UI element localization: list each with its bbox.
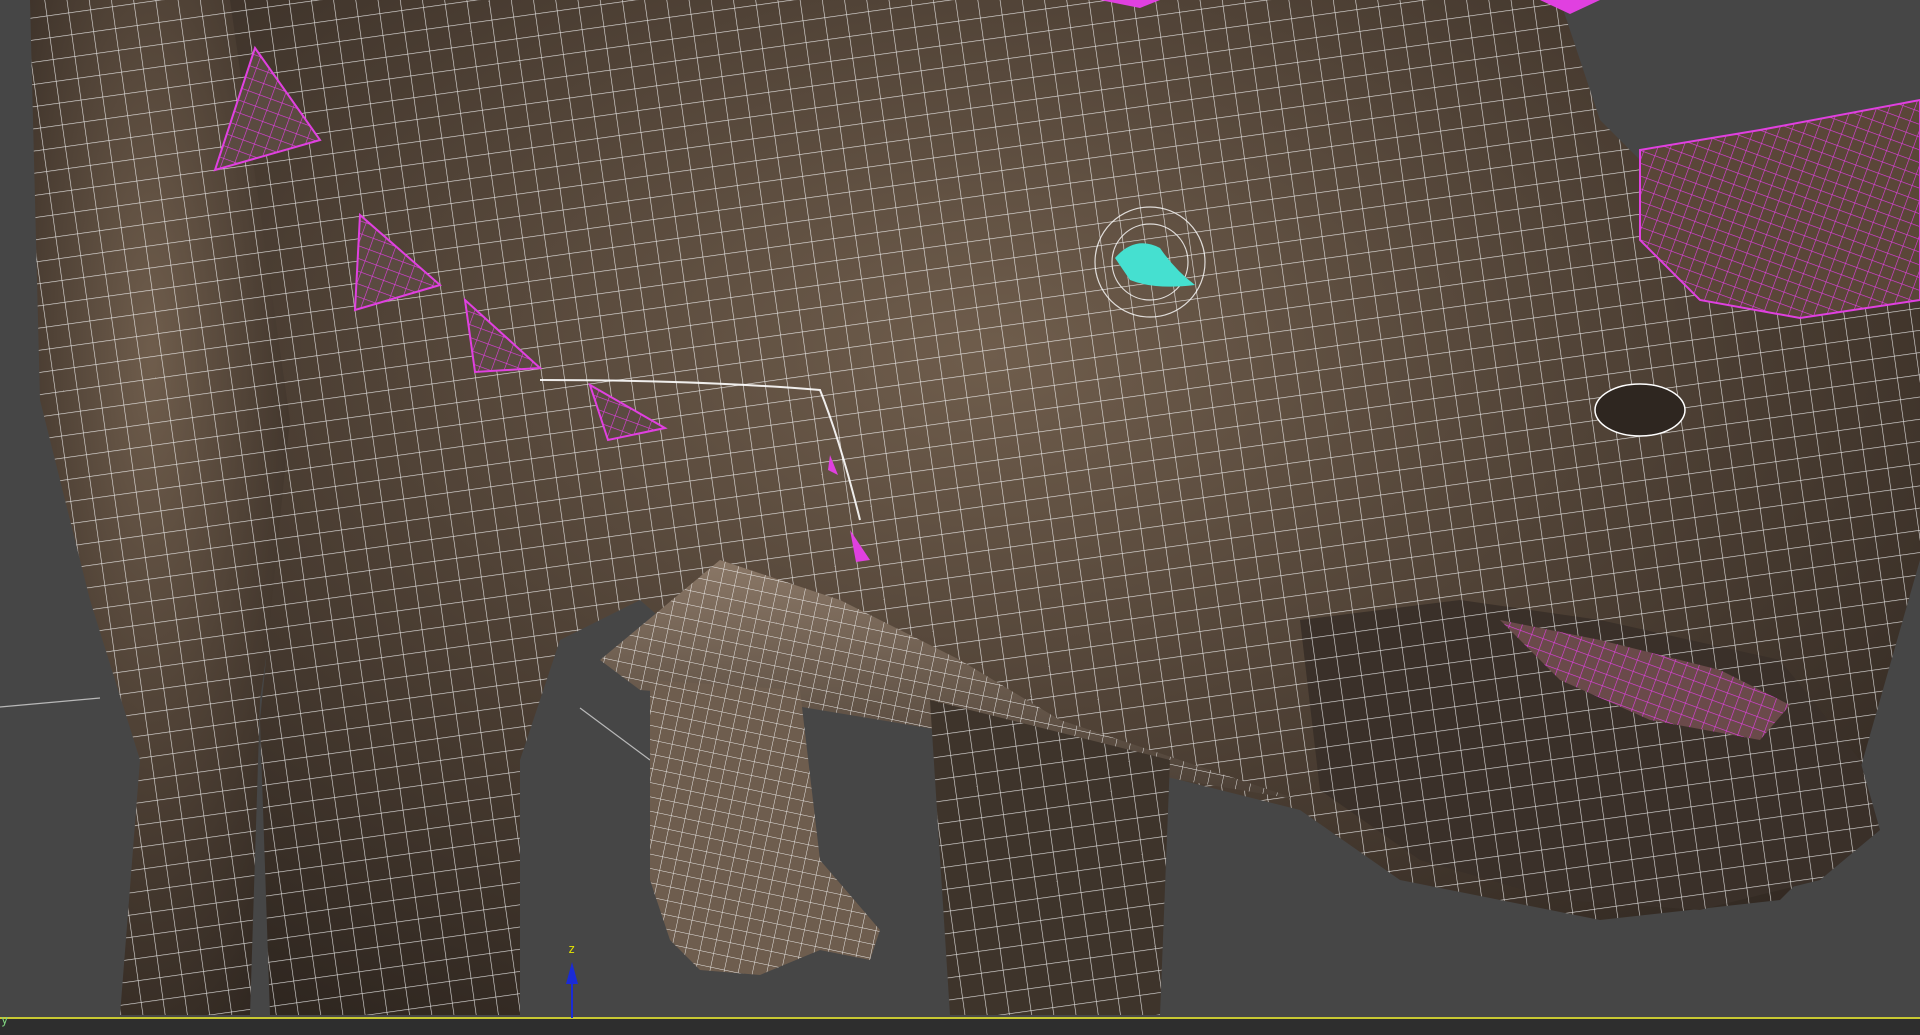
viewport-bottom-bar	[0, 1019, 1920, 1035]
grid-line	[0, 697, 101, 708]
axis-gizmo	[566, 962, 578, 1018]
far-front-leg-mesh	[650, 680, 880, 975]
scene-canvas[interactable]	[0, 0, 1920, 1035]
axis-y-label: y	[1, 1013, 9, 1027]
nostril-mesh	[1594, 383, 1686, 437]
grid-line	[579, 707, 651, 761]
viewport-3d[interactable]: z y	[0, 0, 1920, 1035]
eye-mesh	[1094, 206, 1206, 318]
axis-z-label: z	[568, 942, 576, 956]
